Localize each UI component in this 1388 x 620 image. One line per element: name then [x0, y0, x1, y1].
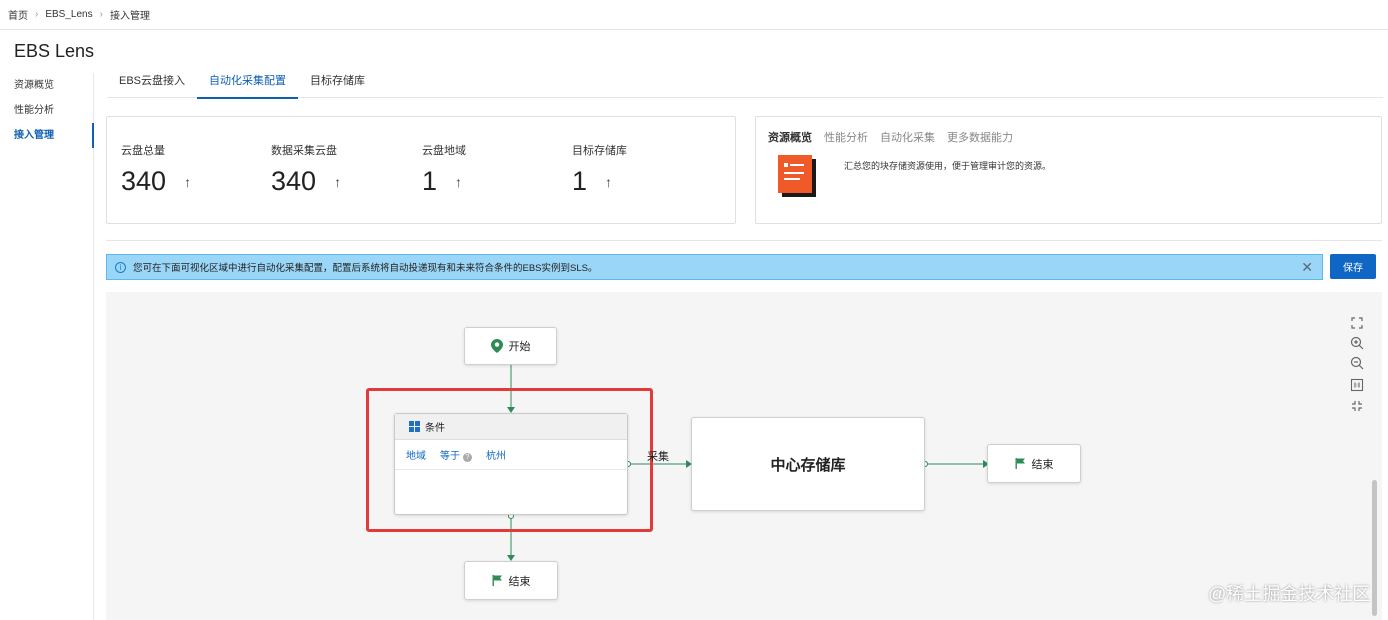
breadcrumb-current: 接入管理: [109, 11, 150, 22]
overview-tab-more[interactable]: 更多数据能力: [947, 129, 1013, 145]
end-node-label: 结束: [508, 575, 531, 588]
tab-auto-collect-config[interactable]: 自动化采集配置: [197, 65, 299, 99]
zoom-in-icon[interactable]: [1350, 336, 1364, 350]
actual-size-icon[interactable]: [1350, 378, 1364, 392]
flag-icon: [492, 575, 502, 586]
tab-ebs-disk-access[interactable]: EBS云盘接入: [107, 65, 197, 98]
save-button[interactable]: 保存: [1330, 254, 1376, 279]
center-store-label: 中心存储库: [770, 456, 846, 474]
banner-text: 您可在下面可视化区域中进行自动化采集配置，配置后系统将自动投递现有和未来符合条件…: [133, 263, 598, 274]
watermark: @稀土掘金技术社区: [1208, 584, 1371, 604]
arrow-up-icon: ↑: [605, 173, 613, 190]
overview-tab-performance[interactable]: 性能分析: [824, 129, 868, 145]
stat-label: 目标存储库: [572, 145, 627, 157]
info-icon: i: [115, 261, 126, 273]
overview-description: 汇总您的块存储资源使用，便于管理审计您的资源。: [844, 161, 1052, 171]
info-banner: i 您可在下面可视化区域中进行自动化采集配置，配置后系统将自动投递现有和未来符合…: [106, 254, 1323, 280]
stat-label: 云盘总量: [121, 145, 165, 157]
center-store-node[interactable]: 中心存储库: [691, 417, 925, 511]
sidebar-item-performance[interactable]: 性能分析: [0, 98, 93, 123]
start-node[interactable]: 开始: [464, 327, 557, 365]
tab-bar: EBS云盘接入 自动化采集配置 目标存储库: [107, 65, 1383, 99]
stats-card: 云盘总量 340 ↑ 数据采集云盘 340 ↑ 云盘地域 1 ↑ 目标存储库 1 ↑: [106, 116, 736, 224]
stat-value: 1: [572, 166, 588, 196]
highlight-box: [366, 388, 653, 532]
overview-card: 资源概览 性能分析 自动化采集 更多数据能力 汇总您的块存储资源使用，便于管理审…: [755, 116, 1382, 224]
sidebar: 资源概览 性能分析 接入管理: [0, 73, 94, 620]
location-pin-icon: [490, 339, 503, 353]
breadcrumb-ebs-lens[interactable]: EBS_Lens: [45, 9, 92, 20]
sidebar-item-access-management[interactable]: 接入管理: [0, 123, 94, 148]
stat-value: 340: [121, 166, 167, 196]
stat-total-disks: 云盘总量 340 ↑: [121, 142, 191, 197]
arrow-up-icon: ↑: [184, 173, 192, 190]
end-node-right[interactable]: 结束: [987, 444, 1081, 483]
close-icon[interactable]: ✕: [1301, 259, 1313, 276]
page-title: EBS Lens: [14, 41, 95, 61]
canvas-scrollbar[interactable]: [1372, 480, 1377, 616]
fit-view-icon[interactable]: [1350, 316, 1364, 330]
flag-icon: [1015, 458, 1025, 469]
end-node-bottom[interactable]: 结束: [464, 561, 558, 600]
start-node-label: 开始: [508, 341, 531, 353]
sidebar-item-resource-overview[interactable]: 资源概览: [0, 73, 93, 98]
overview-tabs: 资源概览 性能分析 自动化采集 更多数据能力: [768, 129, 1013, 145]
overview-tab-auto-collect[interactable]: 自动化采集: [880, 129, 935, 145]
collapse-view-icon[interactable]: [1350, 399, 1364, 413]
arrow-up-icon: ↑: [455, 173, 463, 190]
zoom-out-icon[interactable]: [1350, 356, 1364, 370]
overview-tab-resource[interactable]: 资源概览: [768, 129, 812, 145]
end-node-label: 结束: [1031, 458, 1054, 471]
stat-label: 数据采集云盘: [271, 145, 337, 157]
stat-target-stores: 目标存储库 1 ↑: [572, 142, 627, 197]
flow-canvas[interactable]: 开始 条件 地域 等于? 杭州 采集 中心存储库 结束 结束: [106, 292, 1382, 620]
chevron-right-icon: ›: [35, 9, 39, 20]
stat-value: 340: [271, 166, 317, 196]
stat-value: 1: [422, 166, 438, 196]
breadcrumb-home[interactable]: 首页: [8, 7, 28, 22]
stat-collect-disks: 数据采集云盘 340 ↑: [271, 142, 341, 197]
edge-label-collect: 采集: [647, 451, 669, 463]
arrow-up-icon: ↑: [334, 173, 342, 190]
breadcrumb: 首页 › EBS_Lens › 接入管理: [0, 0, 1388, 30]
stat-label: 云盘地域: [422, 145, 466, 157]
stat-disk-regions: 云盘地域 1 ↑: [422, 142, 466, 197]
document-illustration-icon: [778, 155, 816, 197]
divider: [106, 240, 1382, 241]
tab-target-store[interactable]: 目标存储库: [298, 65, 377, 98]
chevron-right-icon: ›: [99, 9, 103, 20]
